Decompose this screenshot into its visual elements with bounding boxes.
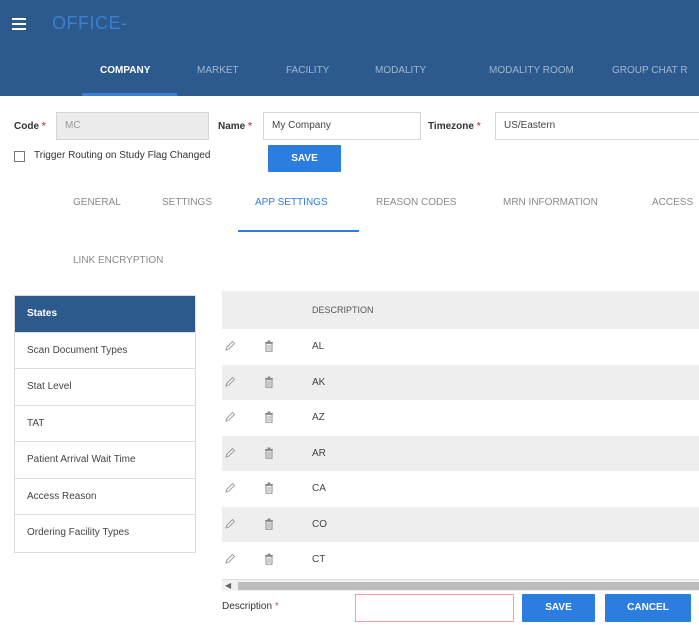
- list-item-access-reason[interactable]: Access Reason: [15, 479, 195, 515]
- table-row: AL: [222, 329, 699, 365]
- timezone-label: Timezone *: [428, 121, 481, 132]
- description-cell: CT: [312, 554, 326, 565]
- top-bar: OFFICE-: [0, 0, 699, 48]
- description-cell: AL: [312, 341, 325, 352]
- list-item-patient-arrival-wait-time[interactable]: Patient Arrival Wait Time: [15, 442, 195, 479]
- delete-trash-icon[interactable]: [264, 553, 274, 565]
- delete-trash-icon[interactable]: [264, 340, 274, 352]
- nav-tab-market[interactable]: MARKET: [197, 65, 239, 76]
- scrollbar-thumb[interactable]: [238, 582, 699, 590]
- save-description-button[interactable]: SAVE: [522, 594, 595, 622]
- edit-pencil-icon[interactable]: [224, 482, 236, 494]
- list-item-scan-document-types[interactable]: Scan Document Types: [15, 333, 195, 369]
- code-field: MC: [56, 112, 209, 140]
- delete-trash-icon[interactable]: [264, 482, 274, 494]
- name-field[interactable]: My Company: [263, 112, 421, 140]
- edit-pencil-icon[interactable]: [224, 340, 236, 352]
- delete-trash-icon[interactable]: [264, 447, 274, 459]
- description-cell: AK: [312, 376, 326, 388]
- list-item-states[interactable]: States: [15, 296, 195, 333]
- trigger-routing-checkbox[interactable]: [14, 151, 25, 162]
- hamburger-menu-icon[interactable]: [12, 18, 26, 30]
- horizontal-scrollbar[interactable]: ◀: [222, 579, 699, 591]
- list-item-stat-level[interactable]: Stat Level: [15, 369, 195, 406]
- states-table: DESCRIPTION AL AK AZ AR CA CO CT: [222, 291, 699, 578]
- subtab-reason-codes[interactable]: REASON CODES: [376, 197, 457, 208]
- trigger-routing-label: Trigger Routing on Study Flag Changed: [34, 150, 211, 161]
- edit-pencil-icon[interactable]: [224, 376, 236, 388]
- scroll-left-icon[interactable]: ◀: [225, 581, 231, 590]
- save-company-button[interactable]: SAVE: [268, 145, 341, 172]
- table-row: AK: [222, 364, 699, 400]
- subtab-settings[interactable]: SETTINGS: [162, 197, 212, 208]
- description-cell: AR: [312, 447, 326, 459]
- subtab-general[interactable]: GENERAL: [73, 197, 121, 208]
- nav-tab-modality-room[interactable]: MODALITY ROOM: [489, 65, 574, 76]
- nav-tab-modality[interactable]: MODALITY: [375, 65, 426, 76]
- app-settings-list: States Scan Document Types Stat Level TA…: [14, 295, 196, 553]
- table-row: AR: [222, 435, 699, 471]
- description-cell: CO: [312, 518, 327, 530]
- list-item-ordering-facility-types[interactable]: Ordering Facility Types: [15, 515, 195, 552]
- table-row: CT: [222, 542, 699, 578]
- nav-tab-company[interactable]: COMPANY: [100, 65, 150, 76]
- cancel-button[interactable]: CANCEL: [605, 594, 691, 622]
- table-body: AL AK AZ AR CA CO CT: [222, 329, 699, 578]
- nav-tab-facility[interactable]: FACILITY: [286, 65, 329, 76]
- delete-trash-icon[interactable]: [264, 411, 274, 423]
- table-row: CA: [222, 471, 699, 507]
- subtab-mrn-information[interactable]: MRN INFORMATION: [503, 197, 598, 208]
- table-header: DESCRIPTION: [222, 291, 699, 329]
- subtab-access[interactable]: ACCESS: [652, 197, 693, 208]
- table-row: AZ: [222, 400, 699, 436]
- edit-pencil-icon[interactable]: [224, 411, 236, 423]
- code-label: Code *: [14, 121, 46, 132]
- name-label: Name *: [218, 121, 252, 132]
- app-title: OFFICE-: [52, 13, 128, 33]
- list-item-tat[interactable]: TAT: [15, 406, 195, 442]
- active-nav-indicator: [82, 93, 177, 96]
- description-label: Description *: [222, 601, 279, 612]
- subtab-app-settings[interactable]: APP SETTINGS: [255, 197, 328, 208]
- description-input[interactable]: [355, 594, 514, 622]
- description-cell: CA: [312, 483, 326, 494]
- timezone-field[interactable]: US/Eastern: [495, 112, 699, 140]
- subtab-link-encryption[interactable]: LINK ENCRYPTION: [73, 255, 163, 266]
- delete-trash-icon[interactable]: [264, 376, 274, 388]
- main-nav: COMPANY MARKET FACILITY MODALITY MODALIT…: [0, 48, 699, 96]
- edit-pencil-icon[interactable]: [224, 518, 236, 530]
- active-subtab-indicator: [238, 230, 359, 232]
- edit-pencil-icon[interactable]: [224, 553, 236, 565]
- edit-pencil-icon[interactable]: [224, 447, 236, 459]
- nav-tab-group-chat[interactable]: GROUP CHAT R: [612, 65, 688, 76]
- table-row: CO: [222, 506, 699, 542]
- description-column-header: DESCRIPTION: [312, 305, 374, 315]
- delete-trash-icon[interactable]: [264, 518, 274, 530]
- description-cell: AZ: [312, 412, 325, 423]
